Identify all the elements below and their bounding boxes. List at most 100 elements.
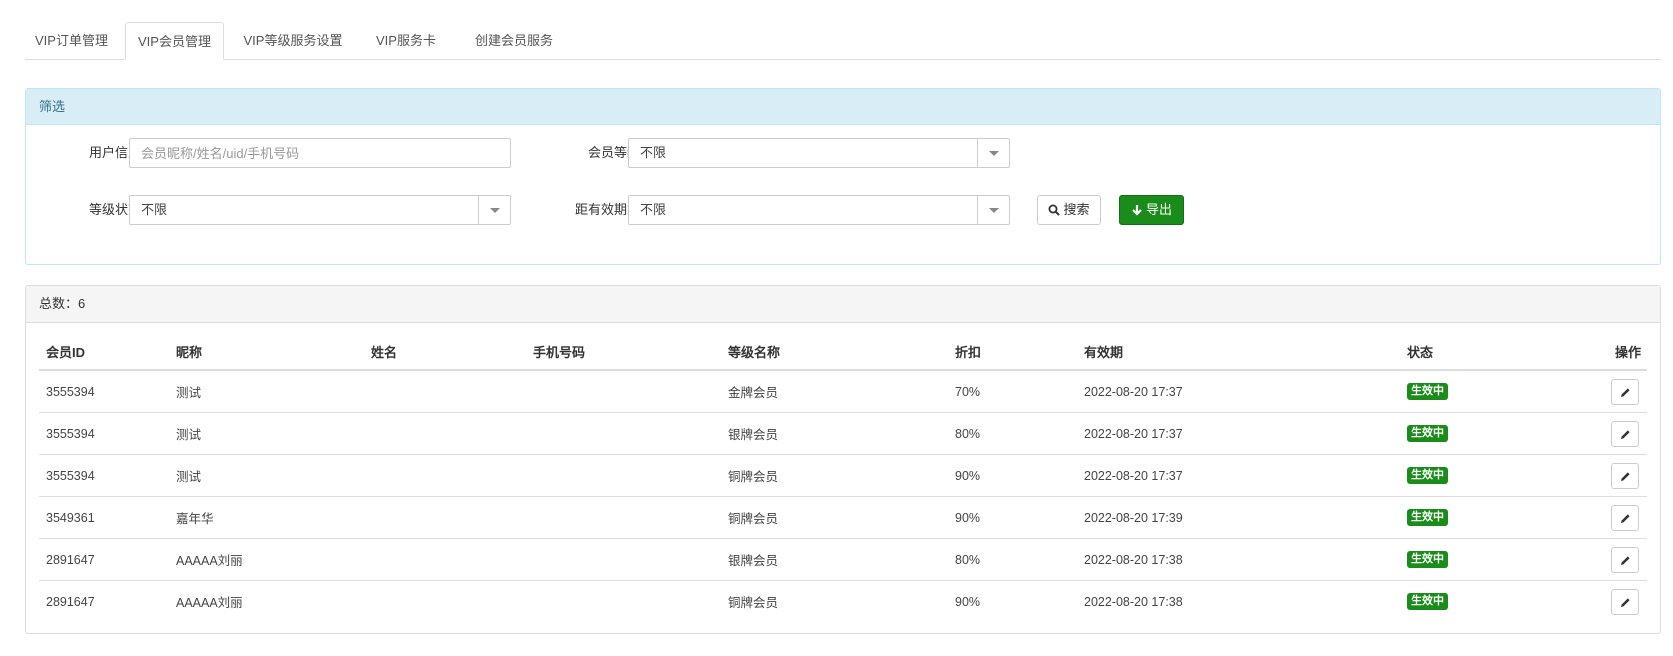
filter-panel-title: 筛选 bbox=[26, 89, 1660, 125]
pencil-icon bbox=[1621, 597, 1630, 607]
cell-nickname: AAAAA刘丽 bbox=[169, 580, 364, 622]
status-badge: 生效中 bbox=[1407, 467, 1448, 484]
cell-actions bbox=[1540, 370, 1647, 413]
level-status-select[interactable]: 不限 bbox=[129, 195, 511, 225]
cell-name bbox=[364, 538, 526, 581]
search-button[interactable]: 搜索 bbox=[1037, 195, 1101, 225]
cell-phone bbox=[526, 580, 721, 622]
cell-discount: 90% bbox=[948, 496, 1077, 539]
results-panel: 总数：6 会员ID 昵称 姓名 手机号码 等级名称 折扣 有效期 状态 操作 3… bbox=[25, 285, 1661, 634]
cell-member-id: 3555394 bbox=[46, 384, 95, 399]
cell-member-id: 2891647 bbox=[39, 538, 169, 581]
pencil-icon bbox=[1621, 513, 1630, 523]
col-name: 姓名 bbox=[364, 333, 526, 371]
cell-status: 生效中 bbox=[1400, 370, 1540, 413]
member-level-value: 不限 bbox=[640, 145, 667, 160]
cell-member-id: 3549361 bbox=[39, 496, 169, 539]
total-count: 总数：6 bbox=[26, 286, 1660, 323]
table-header-row: 会员ID 昵称 姓名 手机号码 等级名称 折扣 有效期 状态 操作 bbox=[39, 333, 1647, 371]
search-button-label: 搜索 bbox=[1063, 202, 1090, 217]
cell-nickname: AAAAA刘丽 bbox=[169, 538, 364, 581]
user-info-input[interactable] bbox=[129, 138, 511, 168]
status-badge: 生效中 bbox=[1407, 383, 1448, 400]
edit-button[interactable] bbox=[1611, 378, 1639, 405]
cell-status: 生效中 bbox=[1400, 412, 1540, 455]
cell-level-name: 银牌会员 bbox=[721, 412, 948, 455]
cell-phone bbox=[526, 496, 721, 539]
cell-level-name: 铜牌会员 bbox=[721, 580, 948, 622]
cell-nickname: 测试 bbox=[176, 386, 202, 400]
export-button[interactable]: 导出 bbox=[1119, 195, 1184, 225]
cell-name bbox=[364, 370, 526, 413]
cell-status: 生效中 bbox=[1400, 454, 1540, 497]
col-actions: 操作 bbox=[1540, 333, 1647, 371]
edit-button[interactable] bbox=[1611, 420, 1639, 447]
chevron-down-icon bbox=[478, 196, 510, 224]
cell-status: 生效中 bbox=[1400, 538, 1540, 581]
cell-member-id: 2891647 bbox=[39, 580, 169, 622]
col-phone: 手机号码 bbox=[526, 333, 721, 371]
cell-expiry: 2022-08-20 17:37 bbox=[1084, 384, 1183, 399]
cell-expiry: 2022-08-20 17:37 bbox=[1077, 454, 1400, 497]
cell-level-name: 铜牌会员 bbox=[721, 454, 948, 497]
cell-status: 生效中 bbox=[1400, 496, 1540, 539]
cell-member-id: 3555394 bbox=[39, 412, 169, 455]
tab-vip-level-settings[interactable]: VIP等级服务设置 bbox=[231, 22, 355, 59]
edit-button[interactable] bbox=[1611, 504, 1639, 531]
expiry-remaining-value: 不限 bbox=[640, 202, 667, 217]
col-level-name: 等级名称 bbox=[721, 333, 948, 371]
table-row: 2891647 AAAAA刘丽 铜牌会员 90% 2022-08-20 17:3… bbox=[39, 580, 1647, 622]
tab-create-member-service[interactable]: 创建会员服务 bbox=[457, 22, 571, 59]
arrow-down-icon bbox=[1132, 205, 1142, 216]
cell-phone bbox=[526, 412, 721, 455]
cell-expiry: 2022-08-20 17:37 bbox=[1077, 412, 1400, 455]
tab-vip-members[interactable]: VIP会员管理 bbox=[125, 22, 224, 60]
cell-phone bbox=[526, 538, 721, 581]
col-nickname: 昵称 bbox=[169, 333, 364, 371]
col-discount: 折扣 bbox=[948, 333, 1077, 371]
status-badge: 生效中 bbox=[1407, 551, 1448, 568]
cell-phone bbox=[526, 454, 721, 497]
cell-actions bbox=[1540, 496, 1647, 539]
cell-actions bbox=[1540, 538, 1647, 581]
user-info-label: 用户信息 bbox=[88, 145, 141, 160]
member-level-label: 会员等级 bbox=[587, 145, 640, 160]
col-member-id: 会员ID bbox=[39, 333, 169, 371]
edit-button[interactable] bbox=[1611, 546, 1639, 573]
cell-actions bbox=[1540, 580, 1647, 622]
table-row: 3555394 测试 铜牌会员 90% 2022-08-20 17:37 生效中 bbox=[39, 454, 1647, 497]
table-row: 3555394 测试 金牌会员 70% 2022-08-20 17:37 生效中 bbox=[39, 370, 1647, 413]
cell-discount: 80% bbox=[948, 538, 1077, 581]
cell-name bbox=[364, 412, 526, 455]
col-status: 状态 bbox=[1400, 333, 1540, 371]
edit-button[interactable] bbox=[1611, 588, 1639, 615]
member-level-select[interactable]: 不限 bbox=[628, 138, 1010, 168]
level-status-value: 不限 bbox=[141, 202, 168, 217]
status-badge: 生效中 bbox=[1407, 509, 1448, 526]
expiry-remaining-select[interactable]: 不限 bbox=[628, 195, 1010, 225]
edit-button[interactable] bbox=[1611, 462, 1639, 489]
tab-vip-service-card[interactable]: VIP服务卡 bbox=[362, 22, 450, 59]
cell-nickname: 测试 bbox=[169, 454, 364, 497]
cell-phone bbox=[526, 370, 721, 413]
table-row: 3549361 嘉年华 铜牌会员 90% 2022-08-20 17:39 生效… bbox=[39, 496, 1647, 539]
cell-actions bbox=[1540, 454, 1647, 497]
pencil-icon bbox=[1621, 471, 1630, 481]
level-status-label: 等级状态 bbox=[88, 202, 141, 217]
cell-actions bbox=[1540, 412, 1647, 455]
cell-nickname: 嘉年华 bbox=[169, 496, 364, 539]
cell-expiry: 2022-08-20 17:38 bbox=[1077, 538, 1400, 581]
status-badge: 生效中 bbox=[1407, 425, 1448, 442]
tab-bar: VIP订单管理 VIP会员管理 VIP等级服务设置 VIP服务卡 创建会员服务 bbox=[25, 22, 1661, 60]
cell-discount: 90% bbox=[948, 454, 1077, 497]
search-icon bbox=[1048, 204, 1061, 216]
table-row: 2891647 AAAAA刘丽 银牌会员 80% 2022-08-20 17:3… bbox=[39, 538, 1647, 581]
status-badge: 生效中 bbox=[1407, 593, 1448, 610]
filter-panel: 筛选 用户信息 会员等级 不限 等级状态 不限 距有效期剩 不限 搜索 导出 bbox=[25, 88, 1661, 265]
cell-name bbox=[364, 454, 526, 497]
tab-vip-orders[interactable]: VIP订单管理 bbox=[25, 22, 118, 59]
pencil-icon bbox=[1621, 429, 1630, 439]
export-button-label: 导出 bbox=[1145, 202, 1172, 217]
cell-discount: 70% bbox=[955, 384, 981, 399]
cell-level-name: 金牌会员 bbox=[728, 386, 779, 400]
